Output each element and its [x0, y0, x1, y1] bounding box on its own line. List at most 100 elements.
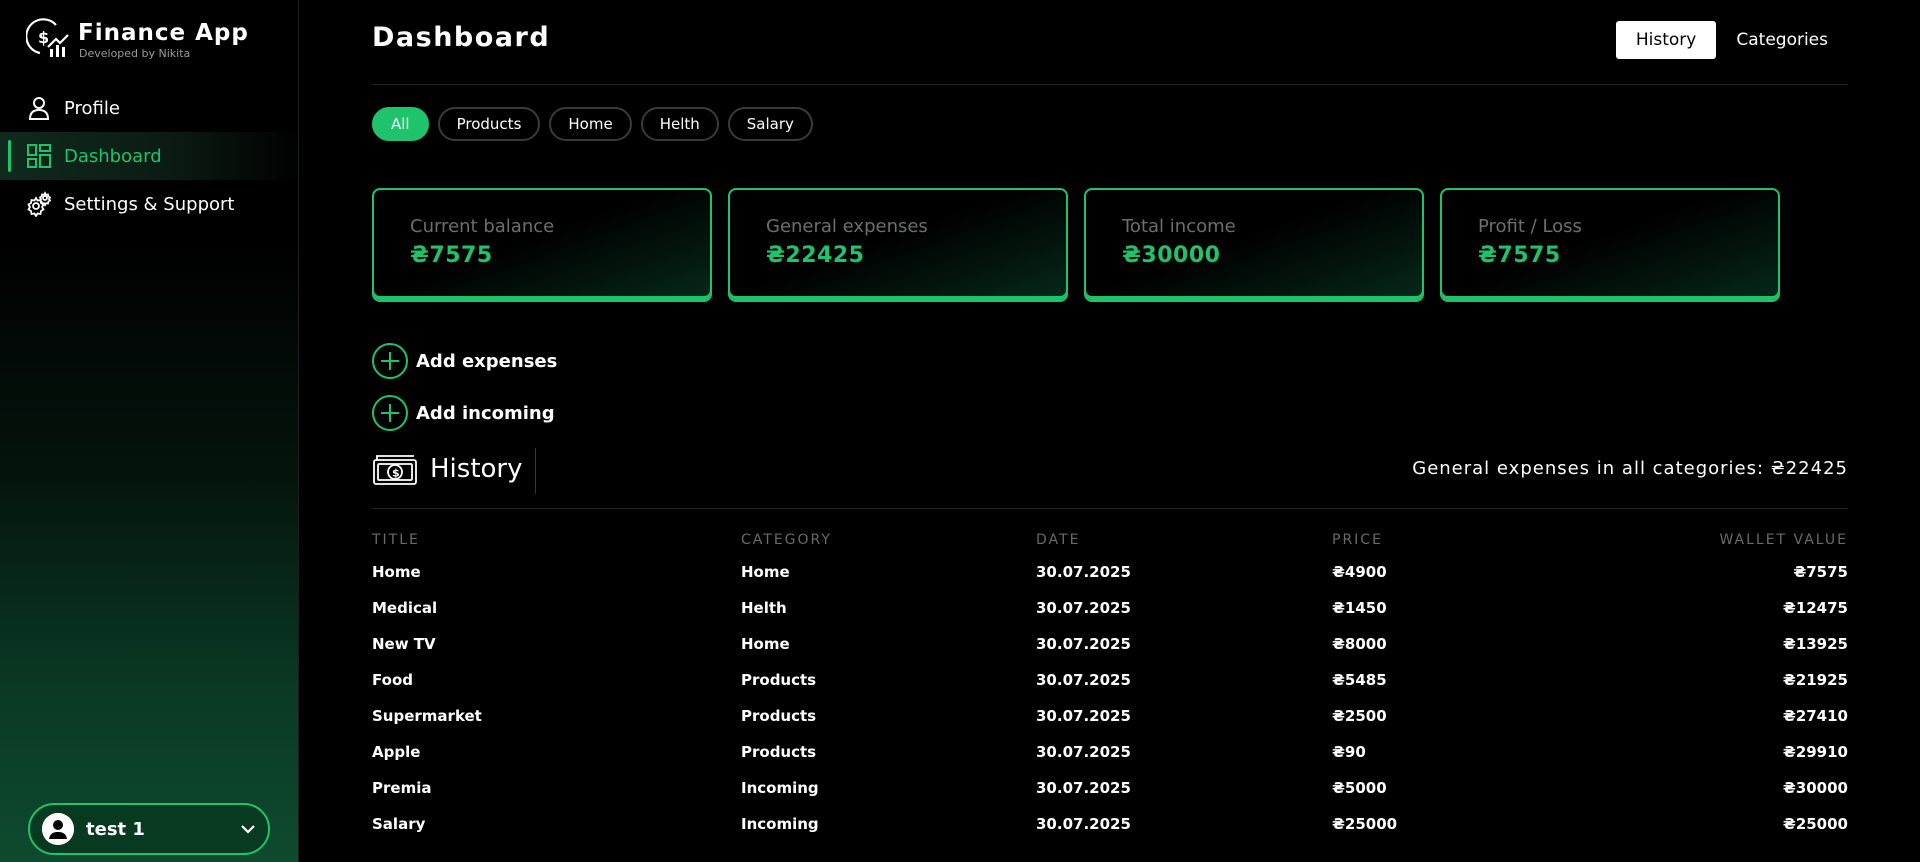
cell-price: ₴2500 — [1332, 707, 1387, 725]
cell-price: ₴5485 — [1332, 671, 1387, 689]
cell-wallet-value: ₴21925 — [1782, 671, 1848, 689]
cell-date: 30.07.2025 — [1036, 599, 1131, 617]
cell-category: Home — [741, 563, 790, 581]
cell-wallet-value: ₴27410 — [1782, 707, 1848, 725]
brand-title: Finance App — [78, 19, 249, 46]
card-label: General expenses — [766, 216, 928, 237]
table-row[interactable]: Supermarket Products 30.07.2025 ₴2500 ₴2… — [372, 698, 1848, 734]
cell-date: 30.07.2025 — [1036, 563, 1131, 581]
card-label: Current balance — [410, 216, 555, 237]
card-current-balance: Current balance ₴7575 — [372, 188, 712, 302]
svg-text:$: $ — [392, 467, 400, 480]
money-bill-icon: $ — [373, 455, 417, 485]
divider — [372, 84, 1848, 85]
history-title: History — [430, 454, 523, 484]
add-expenses-button[interactable]: Add expenses — [372, 343, 557, 379]
cell-price: ₴1450 — [1332, 599, 1387, 617]
top-tabs: History Categories — [1615, 21, 1848, 59]
cell-title: Salary — [372, 815, 426, 833]
cell-title: Apple — [372, 743, 421, 761]
cell-category: Products — [741, 707, 817, 725]
brand-logo[interactable]: $ Finance App Developed by Nikita — [26, 17, 249, 61]
sidebar-item-settings[interactable]: Settings & Support — [0, 180, 299, 228]
filter-chip-all[interactable]: All — [372, 107, 429, 141]
cell-date: 30.07.2025 — [1036, 779, 1131, 797]
page-title: Dashboard — [372, 22, 551, 53]
cell-date: 30.07.2025 — [1036, 707, 1131, 725]
cell-wallet-value: ₴30000 — [1782, 779, 1848, 797]
cell-date: 30.07.2025 — [1036, 743, 1131, 761]
cell-price: ₴90 — [1332, 743, 1366, 761]
history-header: $ History General expenses in all catego… — [372, 448, 1848, 494]
cell-date: 30.07.2025 — [1036, 671, 1131, 689]
card-value: ₴22425 — [766, 243, 865, 268]
table-row[interactable]: Medical Helth 30.07.2025 ₴1450 ₴12475 — [372, 590, 1848, 626]
table-row[interactable]: Salary Incoming 30.07.2025 ₴25000 ₴25000 — [372, 806, 1848, 842]
cell-date: 30.07.2025 — [1036, 635, 1131, 653]
user-name: test 1 — [86, 818, 145, 840]
user-avatar-icon — [42, 813, 74, 845]
table-row[interactable]: Premia Incoming 30.07.2025 ₴5000 ₴30000 — [372, 770, 1848, 806]
sidebar-item-label: Profile — [64, 97, 120, 119]
card-value: ₴30000 — [1122, 243, 1221, 268]
column-header[interactable]: WALLET VALUE — [1532, 532, 1848, 554]
sidebar-nav: Profile Dashboard Settings & Support — [0, 84, 299, 228]
filter-chip-home[interactable]: Home — [549, 107, 632, 141]
user-switcher[interactable]: test 1 — [28, 803, 270, 855]
cell-price: ₴25000 — [1332, 815, 1398, 833]
add-incoming-label: Add incoming — [416, 402, 555, 424]
tab-history[interactable]: History — [1615, 21, 1717, 59]
divider — [372, 508, 1848, 509]
cell-category: Products — [741, 743, 817, 761]
dollar-chart-icon: $ — [26, 18, 69, 57]
cell-category: Home — [741, 635, 790, 653]
sidebar-item-dashboard[interactable]: Dashboard — [0, 132, 299, 180]
cell-category: Incoming — [741, 815, 819, 833]
grid-icon — [27, 144, 51, 168]
filter-chip-salary[interactable]: Salary — [727, 107, 813, 141]
cell-category: Helth — [741, 599, 787, 617]
column-header[interactable]: CATEGORY — [741, 532, 1036, 554]
tab-categories[interactable]: Categories — [1716, 21, 1848, 59]
sidebar-item-label: Dashboard — [64, 145, 162, 167]
cell-price: ₴8000 — [1332, 635, 1387, 653]
card-label: Total income — [1122, 216, 1236, 237]
cell-title: Premia — [372, 779, 432, 797]
add-incoming-button[interactable]: Add incoming — [372, 395, 555, 431]
column-header[interactable]: DATE — [1036, 532, 1332, 554]
sidebar-item-label: Settings & Support — [64, 193, 235, 215]
sidebar: $ Finance App Developed by Nikita Profil… — [0, 0, 299, 862]
cell-title: New TV — [372, 635, 436, 653]
table-row[interactable]: New TV Home 30.07.2025 ₴8000 ₴13925 — [372, 626, 1848, 662]
card-label: Profit / Loss — [1478, 216, 1582, 237]
cell-price: ₴5000 — [1332, 779, 1387, 797]
cell-category: Incoming — [741, 779, 819, 797]
cell-wallet-value: ₴13925 — [1782, 635, 1848, 653]
cell-wallet-value: ₴25000 — [1782, 815, 1848, 833]
cell-wallet-value: ₴12475 — [1782, 599, 1848, 617]
cell-title: Food — [372, 671, 413, 689]
cell-category: Products — [741, 671, 817, 689]
filter-chip-products[interactable]: Products — [437, 107, 541, 141]
user-icon — [28, 97, 50, 120]
table-row[interactable]: Apple Products 30.07.2025 ₴90 ₴29910 — [372, 734, 1848, 770]
card-value: ₴7575 — [410, 243, 493, 268]
divider — [535, 448, 536, 494]
column-header[interactable]: TITLE — [372, 532, 741, 554]
summary-cards: Current balance ₴7575 General expenses ₴… — [372, 188, 1780, 302]
table-row[interactable]: Food Products 30.07.2025 ₴5485 ₴21925 — [372, 662, 1848, 698]
card-total-income: Total income ₴30000 — [1084, 188, 1424, 302]
gear-icon — [27, 191, 52, 217]
history-table: TITLE CATEGORY DATE PRICE WALLET VALUE H… — [372, 532, 1848, 842]
cell-date: 30.07.2025 — [1036, 815, 1131, 833]
history-total: General expenses in all categories: ₴224… — [1412, 458, 1848, 479]
category-filters: All Products Home Helth Salary — [372, 107, 813, 141]
cell-title: Supermarket — [372, 707, 482, 725]
table-row[interactable]: Home Home 30.07.2025 ₴4900 ₴7575 — [372, 554, 1848, 590]
column-header[interactable]: PRICE — [1332, 532, 1532, 554]
sidebar-item-profile[interactable]: Profile — [0, 84, 299, 132]
plus-circle-icon — [372, 343, 408, 379]
filter-chip-helth[interactable]: Helth — [640, 107, 719, 141]
chevron-down-icon — [241, 825, 255, 834]
add-expenses-label: Add expenses — [416, 350, 558, 372]
